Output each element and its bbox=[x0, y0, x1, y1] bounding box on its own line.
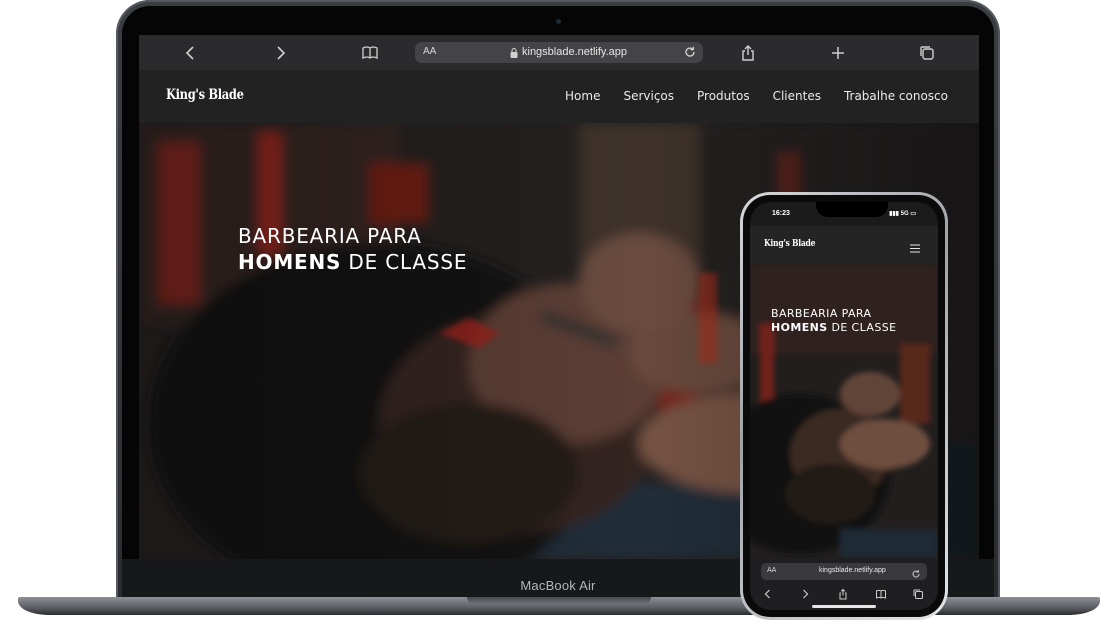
phone-browser-bar: AA kingsblade.netlify.app bbox=[750, 558, 938, 610]
hero-title-line2: HOMENS DE CLASSE bbox=[238, 249, 467, 275]
url-field[interactable]: AA kingsblade.netlify.app bbox=[415, 42, 703, 63]
phone-book-icon[interactable] bbox=[875, 587, 887, 599]
nav-produtos[interactable]: Produtos bbox=[697, 89, 750, 103]
camera-icon bbox=[556, 19, 561, 24]
signal-icon: ▮▮▮ bbox=[889, 211, 901, 217]
nav-home[interactable]: Home bbox=[565, 89, 600, 103]
hero-title-strong: HOMENS bbox=[238, 250, 342, 274]
share-icon[interactable] bbox=[738, 43, 758, 63]
nav-clientes[interactable]: Clientes bbox=[773, 89, 821, 103]
text-size-button[interactable]: AA bbox=[423, 46, 436, 57]
chevron-right-icon[interactable] bbox=[270, 43, 290, 63]
phone-url-field[interactable]: AA kingsblade.netlify.app bbox=[761, 563, 927, 580]
phone-hero-title-strong: HOMENS bbox=[771, 321, 828, 334]
phone-hero-title: BARBEARIA PARA HOMENS DE CLASSE bbox=[771, 307, 896, 335]
hamburger-menu-icon[interactable] bbox=[910, 240, 920, 253]
reload-icon[interactable] bbox=[683, 45, 697, 59]
phone-site-navbar: King's Blade bbox=[750, 226, 938, 264]
site-logo[interactable]: King's Blade bbox=[166, 87, 244, 103]
phone-status-bar: ▮▮▮ 5G ▭ bbox=[889, 210, 916, 217]
macbook-hinge-notch bbox=[467, 597, 651, 604]
phone-hero-title-line1: BARBEARIA PARA bbox=[771, 307, 872, 320]
phone-hero-title-rest: DE CLASSE bbox=[827, 321, 897, 334]
phone-url-text: kingsblade.netlify.app bbox=[819, 567, 886, 574]
phone-home-indicator bbox=[812, 605, 876, 608]
phone-hero-section: BARBEARIA PARA HOMENS DE CLASSE bbox=[750, 264, 938, 558]
battery-icon: ▭ bbox=[908, 211, 916, 217]
nav-links: Home Serviços Produtos Clientes Trabalhe… bbox=[565, 89, 948, 103]
plus-icon[interactable] bbox=[828, 43, 848, 63]
chevron-left-icon[interactable] bbox=[181, 43, 201, 63]
hero-title: BARBEARIA PARA HOMENS DE CLASSE bbox=[238, 223, 467, 275]
phone-tabs-icon[interactable] bbox=[912, 587, 924, 599]
phone-chevron-left-icon[interactable] bbox=[762, 587, 774, 599]
phone-screen: 16:23 ▮▮▮ 5G ▭ King's Blade BARBEARIA PA… bbox=[750, 202, 938, 610]
phone-share-icon[interactable] bbox=[837, 587, 849, 600]
phone-reload-icon[interactable] bbox=[911, 566, 921, 578]
site-navbar: King's Blade Home Serviços Produtos Clie… bbox=[139, 70, 979, 123]
url-text: kingsblade.netlify.app bbox=[522, 46, 627, 58]
hero-title-rest: DE CLASSE bbox=[341, 250, 468, 274]
phone-clock: 16:23 bbox=[772, 210, 790, 217]
phone-toolbar bbox=[762, 587, 928, 601]
nav-servicos[interactable]: Serviços bbox=[623, 89, 674, 103]
phone-hero-title-line2: HOMENS DE CLASSE bbox=[771, 321, 896, 335]
lock-icon bbox=[509, 46, 519, 58]
browser-toolbar: AA kingsblade.netlify.app bbox=[139, 35, 979, 71]
iphone-frame: 16:23 ▮▮▮ 5G ▭ King's Blade BARBEARIA PA… bbox=[740, 192, 948, 620]
nav-trabalhe-conosco[interactable]: Trabalhe conosco bbox=[844, 89, 948, 103]
phone-site-logo[interactable]: King's Blade bbox=[764, 239, 816, 249]
iphone-bezel: 16:23 ▮▮▮ 5G ▭ King's Blade BARBEARIA PA… bbox=[743, 195, 945, 617]
tabs-icon[interactable] bbox=[917, 43, 937, 63]
book-icon[interactable] bbox=[360, 43, 380, 63]
network-label: 5G bbox=[900, 211, 909, 217]
hero-title-line1: BARBEARIA PARA bbox=[238, 224, 422, 248]
phone-notch bbox=[816, 202, 888, 217]
phone-chevron-right-icon[interactable] bbox=[799, 587, 811, 599]
phone-text-size-button[interactable]: AA bbox=[767, 567, 776, 574]
